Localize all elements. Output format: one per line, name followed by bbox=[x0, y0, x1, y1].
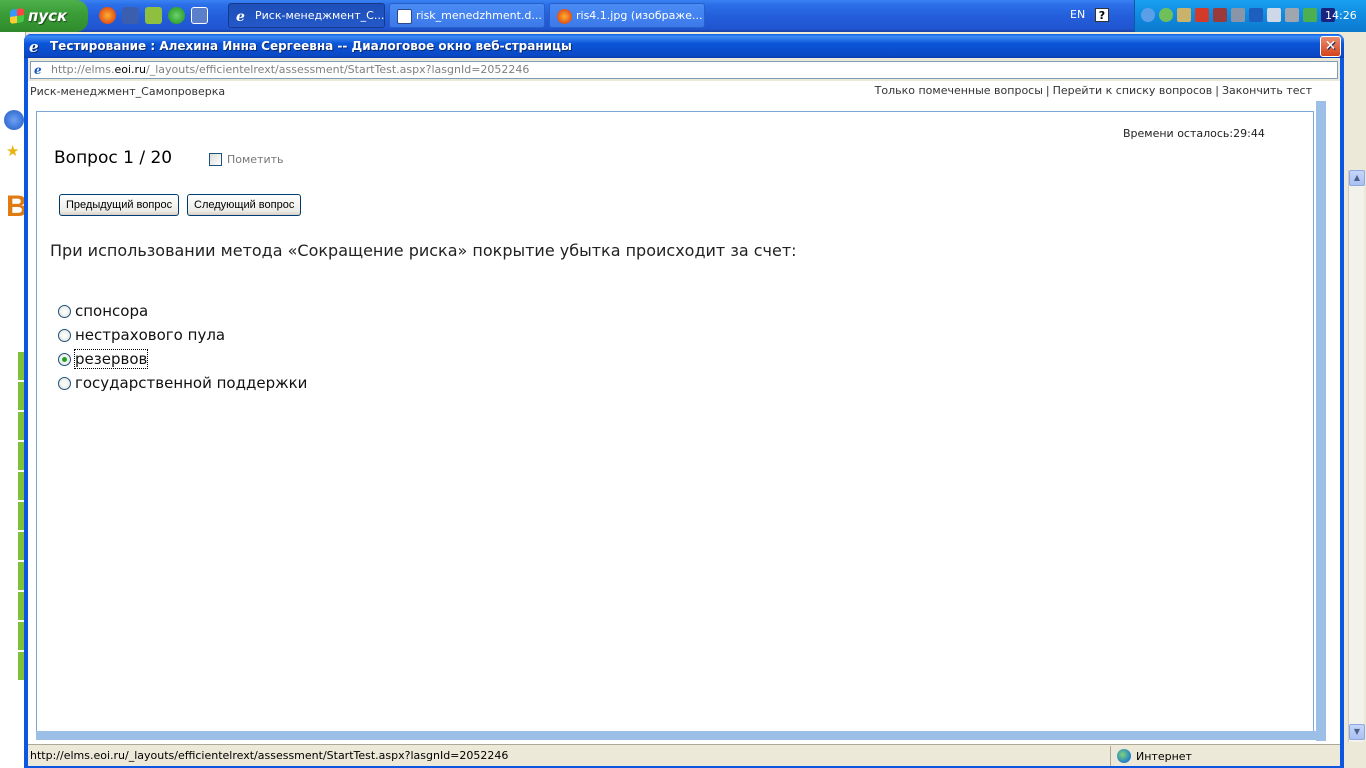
language-indicator[interactable]: EN bbox=[1070, 8, 1085, 21]
task-risk-management[interactable]: e Риск-менеджмент_С... bbox=[228, 3, 385, 28]
back-arrow-icon bbox=[4, 110, 24, 130]
mark-label: Пометить bbox=[227, 153, 284, 166]
clock: 14:26 bbox=[1325, 9, 1357, 22]
task-image-viewer[interactable]: ris4.1.jpg (изображе... bbox=[549, 3, 705, 28]
sync-icon[interactable] bbox=[1159, 8, 1173, 22]
ie-icon: e bbox=[29, 38, 39, 56]
status-url: http://elms.eoi.ru/_layouts/efficientelr… bbox=[30, 749, 509, 762]
start-label: пуск bbox=[28, 7, 68, 25]
next-question-button[interactable]: Следующий вопрос bbox=[187, 194, 302, 216]
network-icon[interactable] bbox=[1141, 8, 1155, 22]
answer-radio-selected[interactable] bbox=[58, 352, 71, 366]
word-icon bbox=[397, 9, 412, 24]
frame-border-bottom bbox=[36, 731, 1326, 740]
utorrent-icon[interactable] bbox=[168, 7, 185, 24]
security-zone: Интернет bbox=[1110, 746, 1340, 766]
page-content: Риск-менеджмент_Самопроверка Только поме… bbox=[28, 81, 1340, 755]
question-list-link[interactable]: Перейти к списку вопросов bbox=[1053, 84, 1213, 97]
bluetooth-icon[interactable] bbox=[1249, 8, 1263, 22]
question-number: Вопрос 1 / 20 bbox=[54, 148, 173, 168]
task-word-document[interactable]: risk_menedzhment.d... bbox=[389, 3, 545, 28]
taskbar: пуск e Риск-менеджмент_С... risk_menedzh… bbox=[0, 0, 1366, 32]
firefox-icon[interactable] bbox=[99, 7, 116, 24]
answer-option[interactable]: спонсора bbox=[58, 302, 148, 320]
time-remaining: Времени осталось:29:44 bbox=[1123, 127, 1265, 140]
mark-question[interactable]: Пометить bbox=[209, 153, 284, 166]
monitor-icon[interactable] bbox=[1231, 8, 1245, 22]
tool-icon[interactable] bbox=[1177, 8, 1191, 22]
answer-radio[interactable] bbox=[58, 304, 71, 318]
address-field[interactable]: e http://elms.eoi.ru/_layouts/efficiente… bbox=[30, 61, 1338, 79]
antivirus-icon[interactable] bbox=[1195, 8, 1209, 22]
background-browser-strip: ★ В bbox=[0, 32, 28, 768]
dialog-titlebar[interactable]: e Тестирование : Алехина Инна Сергеевна … bbox=[24, 34, 1344, 58]
answer-radio[interactable] bbox=[58, 376, 71, 390]
star-icon: ★ bbox=[6, 142, 20, 160]
page-icon: e bbox=[34, 63, 42, 77]
mark-checkbox[interactable] bbox=[209, 153, 222, 166]
volume-icon[interactable] bbox=[1267, 8, 1281, 22]
frame-border-right bbox=[1316, 101, 1326, 741]
dialog-title: Тестирование : Алехина Инна Сергеевна --… bbox=[50, 39, 572, 53]
ie-icon: e bbox=[236, 9, 245, 25]
previous-question-button[interactable]: Предыдущий вопрос bbox=[59, 194, 180, 216]
scroll-up-icon[interactable]: ▲ bbox=[1349, 170, 1365, 186]
marked-questions-link[interactable]: Только помеченные вопросы bbox=[875, 84, 1043, 97]
answer-option[interactable]: резервов bbox=[58, 349, 149, 369]
background-scrollbar[interactable]: ▲ ▼ bbox=[1348, 170, 1365, 742]
finish-test-link[interactable]: Закончить тест bbox=[1222, 84, 1312, 97]
scroll-down-icon[interactable]: ▼ bbox=[1349, 724, 1365, 740]
display-icon[interactable] bbox=[1285, 8, 1299, 22]
status-bar: http://elms.eoi.ru/_layouts/efficientelr… bbox=[28, 744, 1340, 766]
download-icon[interactable] bbox=[145, 7, 162, 24]
help-icon[interactable]: ? bbox=[1095, 8, 1109, 22]
question-panel: Времени осталось:29:44 Вопрос 1 / 20 Пом… bbox=[36, 111, 1314, 731]
save-icon[interactable] bbox=[122, 7, 139, 24]
breadcrumb: Риск-менеджмент_Самопроверка bbox=[30, 85, 226, 98]
answer-radio[interactable] bbox=[58, 328, 71, 342]
system-tray: 14:26 bbox=[1134, 0, 1366, 32]
close-button[interactable]: ✕ bbox=[1320, 36, 1341, 57]
question-text: При использовании метода «Сокращение рис… bbox=[50, 241, 797, 260]
firefox-icon bbox=[557, 9, 572, 24]
desktop-icon[interactable] bbox=[191, 7, 208, 24]
dialog-window: e Тестирование : Алехина Инна Сергеевна … bbox=[24, 34, 1344, 768]
windows-flag-icon bbox=[10, 8, 24, 24]
address-bar: e http://elms.eoi.ru/_layouts/efficiente… bbox=[28, 58, 1340, 81]
start-button[interactable]: пуск bbox=[0, 0, 88, 32]
safely-remove-icon[interactable] bbox=[1303, 8, 1317, 22]
answer-option[interactable]: нестрахового пула bbox=[58, 326, 225, 344]
test-navigation-links: Только помеченные вопросы | Перейти к спис… bbox=[874, 84, 1312, 97]
answer-option[interactable]: государственной поддержки bbox=[58, 374, 307, 392]
globe-icon bbox=[1117, 749, 1131, 763]
cross-icon[interactable] bbox=[1213, 8, 1227, 22]
